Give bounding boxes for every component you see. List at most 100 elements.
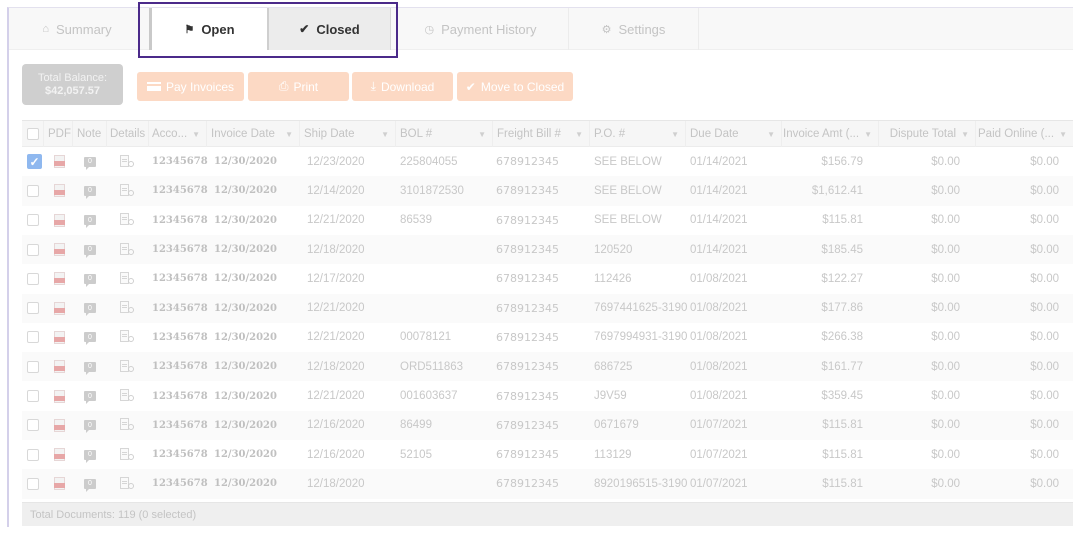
sort-icon[interactable]: ▼ <box>1059 130 1067 139</box>
sort-icon[interactable]: ▼ <box>767 130 775 139</box>
pdf-icon[interactable] <box>54 272 65 286</box>
pdf-icon[interactable] <box>54 301 65 315</box>
select-all-checkbox[interactable] <box>26 128 39 140</box>
pay-invoices-button[interactable]: Pay Invoices <box>137 72 244 101</box>
document-search-icon[interactable] <box>120 330 136 344</box>
row-checkbox[interactable] <box>27 360 39 373</box>
header-account[interactable]: Acco... ▼ <box>149 121 207 147</box>
note-icon[interactable]: 0 <box>84 449 96 463</box>
pdf-icon[interactable] <box>54 418 65 432</box>
note-icon[interactable]: 0 <box>84 303 96 317</box>
table-row[interactable]: 0 123456789 12/30/2020 12/18/2020 ORD511863 6… <box>22 352 1073 382</box>
pdf-icon[interactable] <box>54 389 65 403</box>
note-icon[interactable]: 0 <box>84 391 96 405</box>
document-search-icon[interactable] <box>120 447 136 462</box>
row-checkbox[interactable] <box>27 477 39 490</box>
document-search-icon[interactable] <box>120 359 136 374</box>
tab-payment-history[interactable]: ◷ Payment History <box>393 8 569 50</box>
header-freight-bill[interactable]: Freight Bill # ▼ <box>493 121 590 147</box>
header-dispute-total[interactable]: Dispute Total ▼ <box>879 121 976 147</box>
document-search-icon[interactable] <box>120 154 136 169</box>
row-select-cell: ✓ <box>27 147 45 176</box>
cell-bol: 225804055 <box>400 155 458 168</box>
cell-paid-online: $0.00 <box>1030 272 1059 285</box>
document-search-icon[interactable] <box>120 242 136 257</box>
sort-icon[interactable]: ▼ <box>478 130 486 139</box>
note-icon[interactable]: 0 <box>84 185 96 199</box>
row-checkbox[interactable] <box>27 448 39 461</box>
cell-po: 0671679 <box>594 419 639 432</box>
header-bol[interactable]: BOL # ▼ <box>396 121 493 147</box>
pdf-icon[interactable] <box>54 448 65 462</box>
cell-dispute-total: $0.00 <box>931 331 960 344</box>
cell-freight-bill: 678912345 <box>496 272 559 286</box>
pdf-icon[interactable] <box>54 155 65 169</box>
cell-invoice-amt: $161.77 <box>821 360 863 373</box>
document-search-icon[interactable] <box>120 476 136 491</box>
document-search-icon[interactable] <box>120 213 136 227</box>
pdf-icon[interactable] <box>54 477 65 491</box>
document-search-icon[interactable] <box>120 418 136 432</box>
sort-icon[interactable]: ▼ <box>192 130 200 139</box>
pdf-icon[interactable] <box>54 360 65 374</box>
print-button[interactable]: ⎙ Print <box>248 72 349 101</box>
note-icon[interactable]: 0 <box>84 273 96 287</box>
row-checkbox[interactable]: ✓ <box>27 154 42 170</box>
document-search-icon[interactable] <box>120 301 136 315</box>
table-row[interactable]: 0 123456789 12/30/2020 12/21/2020 00078121 67… <box>22 323 1073 352</box>
note-icon[interactable]: 0 <box>84 215 96 229</box>
row-checkbox[interactable] <box>27 331 39 344</box>
header-po[interactable]: P.O. # ▼ <box>590 121 686 147</box>
row-checkbox[interactable] <box>27 302 39 315</box>
note-icon[interactable]: 0 <box>84 420 96 434</box>
note-icon[interactable]: 0 <box>84 478 96 492</box>
header-invoice-date[interactable]: Invoice Date ▼ <box>207 121 300 147</box>
tab-summary[interactable]: ⌂ Summary <box>9 8 145 50</box>
pdf-cell <box>54 381 70 410</box>
move-to-closed-button[interactable]: ✔ Move to Closed <box>457 72 573 101</box>
table-row[interactable]: 0 123456789 12/30/2020 12/16/2020 52105 67891… <box>22 440 1073 469</box>
document-search-icon[interactable] <box>120 271 136 286</box>
table-row[interactable]: 0 123456789 12/30/2020 12/21/2020 678912345 7… <box>22 293 1073 323</box>
header-paid-online[interactable]: Paid Online (... ▼ <box>976 121 1073 147</box>
table-row[interactable]: 0 123456789 12/30/2020 12/18/2020 678912345 1… <box>22 234 1073 265</box>
tab-open[interactable]: ⚑ Open <box>149 8 267 50</box>
row-checkbox[interactable] <box>27 390 39 403</box>
row-checkbox[interactable] <box>27 419 39 432</box>
table-row[interactable]: 0 123456789 12/30/2020 12/21/2020 86539 67891… <box>22 206 1073 235</box>
header-invoice-amt[interactable]: Invoice Amt (... ▼ <box>782 121 879 147</box>
tab-settings[interactable]: ⚙ Settings <box>569 8 699 50</box>
document-search-icon[interactable] <box>120 389 136 403</box>
table-row[interactable]: 0 123456789 12/30/2020 12/16/2020 86499 67891… <box>22 410 1073 440</box>
table-row[interactable]: ✓ 0 123456789 12/30/2020 12/23/2020 225804055… <box>22 147 1073 176</box>
row-checkbox[interactable] <box>27 243 39 256</box>
sort-icon[interactable]: ▼ <box>575 130 583 139</box>
sort-icon[interactable]: ▼ <box>864 130 872 139</box>
table-row[interactable]: 0 123456789 12/30/2020 12/18/2020 678912345 8… <box>22 469 1073 499</box>
row-checkbox[interactable] <box>27 184 39 197</box>
pdf-icon[interactable] <box>54 243 65 257</box>
download-button[interactable]: ⤓ Download <box>352 72 453 101</box>
sort-icon[interactable]: ▼ <box>961 130 969 139</box>
document-search-icon[interactable] <box>120 183 136 198</box>
row-checkbox[interactable] <box>27 214 39 227</box>
note-icon[interactable]: 0 <box>84 332 96 346</box>
table-row[interactable]: 0 123456789 12/30/2020 12/17/2020 678912345 1… <box>22 264 1073 293</box>
header-ship-date[interactable]: Ship Date ▼ <box>300 121 396 147</box>
table-row[interactable]: 0 123456789 12/30/2020 12/21/2020 001603637 6… <box>22 381 1073 410</box>
tab-closed[interactable]: ✔ Closed <box>267 8 391 50</box>
row-checkbox[interactable] <box>27 272 39 285</box>
note-icon[interactable]: 0 <box>84 244 96 258</box>
header-invoice-amt-label: Invoice Amt (... <box>783 128 860 140</box>
cell-bol: 52105 <box>400 448 432 461</box>
sort-icon[interactable]: ▼ <box>285 130 293 139</box>
pdf-icon[interactable] <box>54 213 65 227</box>
pdf-icon[interactable] <box>54 330 65 344</box>
note-icon[interactable]: 0 <box>84 156 96 170</box>
table-row[interactable]: 0 123456789 12/30/2020 12/14/2020 3101872530… <box>22 176 1073 206</box>
note-icon[interactable]: 0 <box>84 361 96 375</box>
pdf-icon[interactable] <box>54 184 65 198</box>
header-due-date[interactable]: Due Date ▼ <box>686 121 782 147</box>
sort-icon[interactable]: ▼ <box>381 130 389 139</box>
sort-icon[interactable]: ▼ <box>671 130 679 139</box>
